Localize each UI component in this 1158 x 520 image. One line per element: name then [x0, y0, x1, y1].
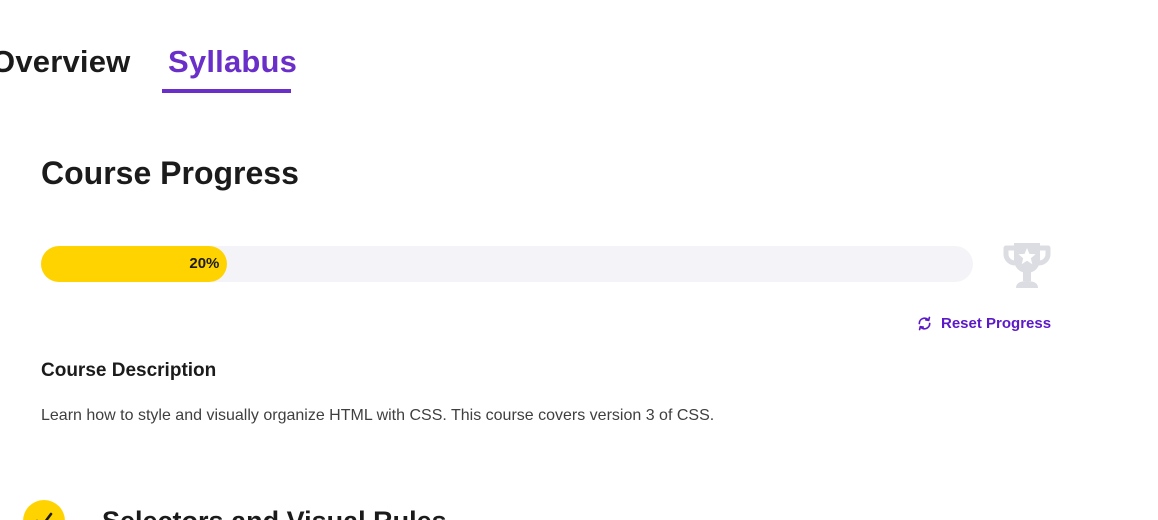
trophy-icon — [1000, 238, 1054, 292]
active-tab-indicator — [162, 89, 291, 93]
tab-overview[interactable]: Overview — [0, 44, 130, 80]
course-progress-bar: 20% — [41, 246, 973, 282]
course-syllabus-page: Overview Syllabus Course Progress 20% Re… — [0, 0, 1158, 520]
course-description-text: Learn how to style and visually organize… — [41, 407, 715, 424]
reset-progress-button[interactable]: Reset Progress — [916, 315, 1051, 332]
course-progress-percent: 20% — [189, 255, 220, 272]
refresh-icon — [918, 316, 931, 331]
course-progress-title: Course Progress — [41, 155, 299, 191]
course-tabs: Overview Syllabus — [0, 0, 1158, 100]
reset-progress-label: Reset Progress — [941, 315, 1052, 332]
tab-syllabus[interactable]: Syllabus — [168, 44, 297, 80]
course-description-heading: Course Description — [41, 360, 217, 381]
course-progress-fill: 20% — [41, 246, 228, 282]
module-title[interactable]: Selectors and Visual Rules — [102, 506, 447, 520]
module-complete-badge — [23, 500, 65, 520]
checkmark-icon — [36, 512, 53, 520]
